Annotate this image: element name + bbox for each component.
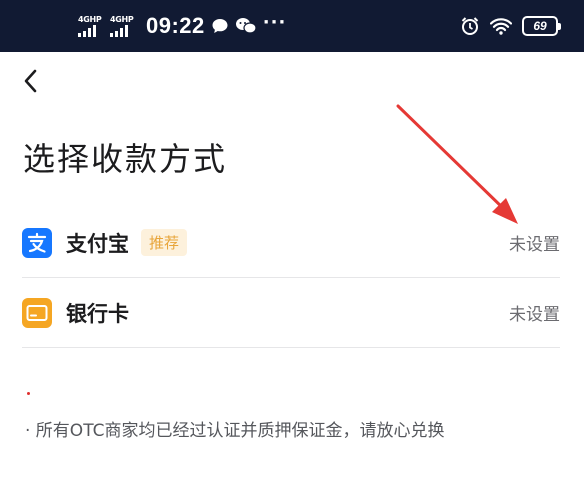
signal-bars-icon: [78, 25, 96, 37]
alarm-clock-icon: [460, 16, 480, 36]
signal-bars-icon: [110, 25, 128, 37]
recommended-badge: 推荐: [141, 229, 188, 256]
payment-method-name: 银行卡: [66, 301, 129, 326]
alipay-icon: [22, 227, 52, 258]
payment-method-alipay[interactable]: 支付宝 推荐 未设置: [22, 208, 560, 278]
status-time: 09:22: [146, 13, 205, 38]
security-note: · 所有OTC商家均已经过认证并质押保证金，请放心兑换: [25, 421, 445, 441]
annotation-arrow-shaft: [396, 104, 507, 212]
signal-1: 4GHP: [78, 15, 104, 37]
status-bar-left: 4GHP 4GHP 09:22 ···: [78, 12, 286, 40]
status-bar-right: 69: [460, 12, 561, 40]
payment-method-bankcard[interactable]: 银行卡 未设置: [22, 278, 560, 348]
red-dot-marker: [27, 392, 30, 395]
battery-level: 69: [533, 19, 547, 33]
network-type-label: 4GHP: [78, 15, 102, 24]
bank-card-icon: [22, 297, 52, 328]
more-notifications-icon: ···: [262, 11, 287, 33]
payment-method-status: 未设置: [509, 235, 560, 255]
wechat-icon: [235, 17, 257, 35]
back-button[interactable]: [18, 66, 48, 96]
message-bubble-icon: [211, 17, 229, 35]
wifi-icon: [490, 17, 512, 35]
payment-method-name: 支付宝: [66, 231, 129, 256]
signal-2: 4GHP: [110, 15, 136, 37]
battery-icon: 69: [522, 16, 561, 36]
status-bar: 4GHP 4GHP 09:22 ··· 69: [0, 0, 584, 52]
network-type-label: 4GHP: [110, 15, 134, 24]
payment-method-status: 未设置: [509, 305, 560, 325]
page-title: 选择收款方式: [23, 140, 228, 178]
chevron-left-icon: [24, 69, 37, 93]
